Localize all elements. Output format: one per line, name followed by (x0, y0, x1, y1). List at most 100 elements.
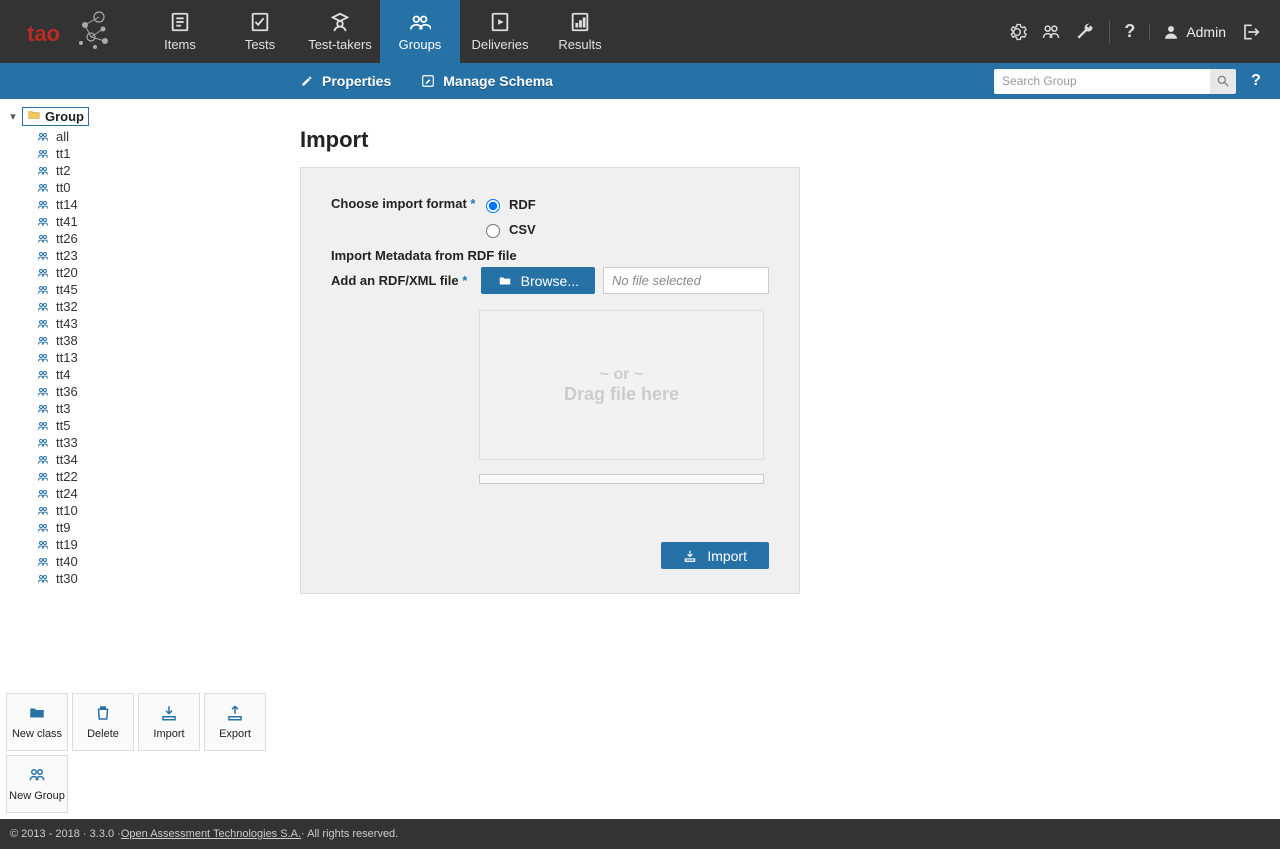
tree-item-label: tt10 (56, 503, 78, 518)
group-icon (36, 131, 50, 143)
tree-root-node[interactable]: Group (22, 107, 89, 126)
tree-item-label: tt1 (56, 146, 70, 161)
radio-csv[interactable] (486, 224, 500, 238)
group-icon (36, 352, 50, 364)
tree-item[interactable]: tt23 (36, 247, 280, 264)
group-icon (36, 301, 50, 313)
group-icon (36, 267, 50, 279)
radio-rdf[interactable] (486, 199, 500, 213)
tree-item-label: tt24 (56, 486, 78, 501)
tree-item-label: tt23 (56, 248, 78, 263)
context-help-icon[interactable]: ? (1244, 72, 1268, 90)
nav-deliveries[interactable]: Deliveries (460, 0, 540, 63)
format-rdf-option[interactable]: RDF (481, 196, 536, 213)
group-icon (36, 165, 50, 177)
tree-item[interactable]: tt0 (36, 179, 280, 196)
browse-button[interactable]: Browse... (481, 267, 595, 294)
toolbar-properties[interactable]: Properties (300, 73, 391, 89)
file-dropzone[interactable]: ~ or ~ Drag file here (479, 310, 764, 460)
nav-groups[interactable]: Groups (380, 0, 460, 63)
tree-item[interactable]: tt3 (36, 400, 280, 417)
tree-item[interactable]: tt43 (36, 315, 280, 332)
tree-item[interactable]: all (36, 128, 280, 145)
group-icon (36, 471, 50, 483)
nav-tests[interactable]: Tests (220, 0, 300, 63)
new-class-button[interactable]: New class (6, 693, 68, 751)
tree-item[interactable]: tt38 (36, 332, 280, 349)
tree-item[interactable]: tt30 (36, 570, 280, 587)
footer: © 2013 - 2018 · 3.3.0 · Open Assessment … (0, 819, 1280, 849)
tree-item[interactable]: tt9 (36, 519, 280, 536)
upload-progress-bar (479, 474, 764, 484)
tree-item[interactable]: tt33 (36, 434, 280, 451)
tree-item-label: tt19 (56, 537, 78, 552)
tree-item-label: tt22 (56, 469, 78, 484)
tree-item[interactable]: tt45 (36, 281, 280, 298)
group-icon (36, 250, 50, 262)
tree-item-label: tt33 (56, 435, 78, 450)
footer-vendor-link[interactable]: Open Assessment Technologies S.A. (121, 828, 301, 840)
user-menu[interactable]: Admin (1149, 23, 1226, 41)
search-input[interactable] (994, 69, 1210, 94)
nav-label: Deliveries (471, 37, 528, 52)
resource-tree[interactable]: ▾ Group all tt1 tt2tt0tt14tt41tt26tt23 tt20… (0, 99, 280, 687)
group-icon (36, 539, 50, 551)
nav-label: Test-takers (308, 37, 372, 52)
tree-item[interactable]: tt22 (36, 468, 280, 485)
tree-item-label: tt2 (56, 163, 70, 178)
group-icon (36, 556, 50, 568)
tools-icon[interactable] (1075, 22, 1095, 42)
tree-toggle-icon[interactable]: ▾ (8, 110, 18, 123)
nav-results[interactable]: Results (540, 0, 620, 63)
help-icon[interactable]: ? (1124, 21, 1135, 42)
nav-label: Tests (245, 37, 275, 52)
tree-item[interactable]: tt19 (36, 536, 280, 553)
dropzone-text: Drag file here (564, 384, 679, 405)
tree-item[interactable]: tt24 (36, 485, 280, 502)
tree-item[interactable]: tt5 (36, 417, 280, 434)
group-icon (36, 420, 50, 432)
tree-item[interactable]: tt41 (36, 213, 280, 230)
tree-item-label: all (56, 129, 69, 144)
tree-item[interactable]: tt13 (36, 349, 280, 366)
delete-button[interactable]: Delete (72, 693, 134, 751)
users-icon[interactable] (1041, 22, 1061, 42)
group-icon (36, 284, 50, 296)
tree-item[interactable]: tt40 (36, 553, 280, 570)
group-icon (36, 369, 50, 381)
tree-item[interactable]: tt32 (36, 298, 280, 315)
settings-icon[interactable] (1007, 22, 1027, 42)
tree-item-label: tt41 (56, 214, 78, 229)
submit-import-button[interactable]: Import (661, 542, 769, 569)
dropzone-or: ~ or ~ (600, 366, 644, 384)
export-button[interactable]: Export (204, 693, 266, 751)
tree-item[interactable]: tt14 (36, 196, 280, 213)
search-button[interactable] (1210, 69, 1236, 94)
page-title: Import (300, 127, 1260, 153)
tree-item[interactable]: tt36 (36, 383, 280, 400)
tree-item[interactable]: tt2 (36, 162, 280, 179)
tree-item[interactable]: tt34 (36, 451, 280, 468)
nav-label: Items (164, 37, 196, 52)
nav-test-takers[interactable]: Test-takers (300, 0, 380, 63)
tree-item[interactable]: tt26 (36, 230, 280, 247)
nav-label: Groups (399, 37, 442, 52)
group-icon (36, 505, 50, 517)
tree-item-label: tt38 (56, 333, 78, 348)
group-icon (36, 335, 50, 347)
logout-icon[interactable] (1240, 22, 1260, 42)
tree-item[interactable]: tt1 (36, 145, 280, 162)
new-group-button[interactable]: New Group (6, 755, 68, 813)
tree-item-label: tt20 (56, 265, 78, 280)
tree-item[interactable]: tt20 (36, 264, 280, 281)
tree-item-label: tt43 (56, 316, 78, 331)
tree-item-label: tt13 (56, 350, 78, 365)
tree-item[interactable]: tt4 (36, 366, 280, 383)
format-csv-option[interactable]: CSV (481, 221, 536, 238)
tree-item-label: tt5 (56, 418, 70, 433)
tree-item[interactable]: tt10 (36, 502, 280, 519)
toolbar-manage-schema[interactable]: Manage Schema (421, 73, 553, 89)
group-icon (36, 522, 50, 534)
nav-items[interactable]: Items (140, 0, 220, 63)
import-button[interactable]: Import (138, 693, 200, 751)
